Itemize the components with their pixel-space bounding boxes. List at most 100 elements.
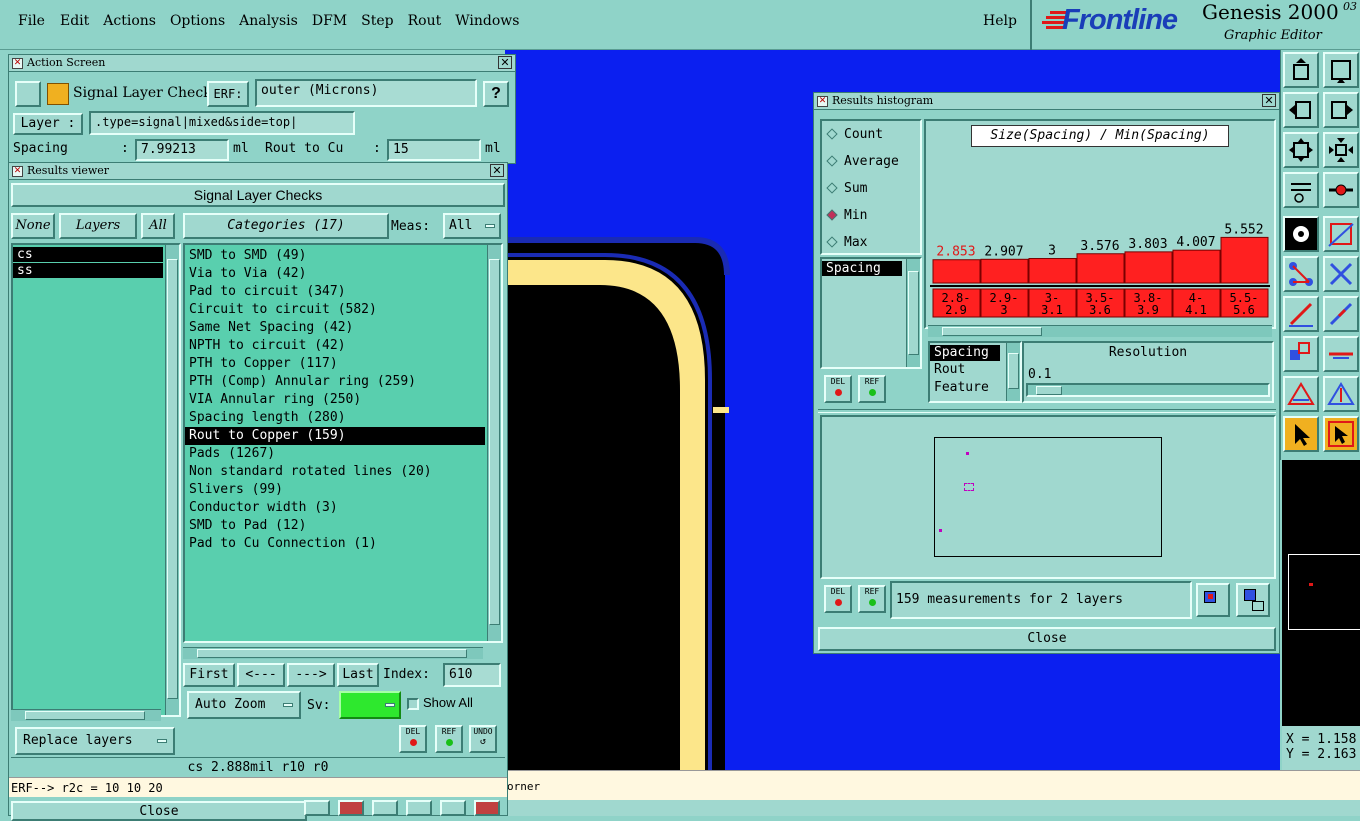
layer-field[interactable]: .type=signal|mixed&side=top| <box>89 111 355 135</box>
histogram-bar[interactable] <box>980 258 1029 284</box>
menu-edit[interactable]: Edit <box>60 13 89 29</box>
category-item[interactable]: Spacing length (280) <box>185 409 501 427</box>
histogram-ref-top-button[interactable]: REF <box>858 375 886 403</box>
replace-layers-button[interactable]: Replace layers <box>15 727 175 755</box>
slash-icon[interactable] <box>1283 296 1319 332</box>
categories-hscroll[interactable] <box>183 647 483 659</box>
categories-list[interactable]: SMD to SMD (49) Via to Via (42) Pad to cir… <box>183 243 503 643</box>
rout-field[interactable]: 15 <box>387 139 481 161</box>
spacing-field[interactable]: 7.99213 <box>135 139 229 161</box>
snap-icon[interactable] <box>1323 172 1359 208</box>
histogram-del-top-button[interactable]: DEL <box>824 375 852 403</box>
meas-dropdown[interactable]: All <box>443 213 501 239</box>
histogram-bar[interactable] <box>1076 253 1125 284</box>
save-icon[interactable] <box>338 800 364 816</box>
check-list-icon[interactable] <box>15 81 41 107</box>
prev-button[interactable]: <--- <box>237 663 285 687</box>
layers-vscroll[interactable] <box>165 245 179 715</box>
all-layers-button[interactable]: All <box>141 213 175 239</box>
option-max[interactable]: Max <box>826 235 867 250</box>
menu-dfm[interactable]: DFM <box>312 13 347 29</box>
layers-button[interactable]: Layers <box>59 213 137 239</box>
layer-item-ss[interactable]: ss <box>13 263 163 278</box>
show-all-checkbox[interactable] <box>407 698 419 710</box>
window-menu-icon[interactable]: ✕ <box>817 96 828 107</box>
category-item[interactable]: Pads (1267) <box>185 445 501 463</box>
zoom-out-icon[interactable] <box>1323 132 1359 168</box>
sv-color-dropdown[interactable] <box>339 691 401 719</box>
window-menu-icon[interactable]: ✕ <box>12 58 23 69</box>
line-tool-icon[interactable] <box>1323 216 1359 252</box>
none-button[interactable]: None <box>11 213 55 239</box>
category-item[interactable]: PTH (Comp) Annular ring (259) <box>185 373 501 391</box>
close-icon[interactable]: ✕ <box>1262 94 1276 107</box>
splitter-handle[interactable] <box>818 409 1276 413</box>
export-icon[interactable] <box>406 800 432 816</box>
histogram-ref-button[interactable]: REF <box>858 585 886 613</box>
category-item[interactable]: Circuit to circuit (582) <box>185 301 501 319</box>
chart-hscroll[interactable] <box>928 325 1272 337</box>
category-item[interactable]: SMD to SMD (49) <box>185 247 501 265</box>
menu-windows[interactable]: Windows <box>455 13 519 29</box>
menu-rout[interactable]: Rout <box>408 13 442 29</box>
menu-help[interactable]: Help <box>983 13 1017 29</box>
diagonal-icon[interactable] <box>1323 296 1359 332</box>
help-button[interactable]: ? <box>483 81 509 107</box>
histogram-bar[interactable] <box>1124 251 1173 284</box>
triangle-select-icon[interactable] <box>1323 376 1359 412</box>
category-item[interactable]: VIA Annular ring (250) <box>185 391 501 409</box>
histogram-bar[interactable] <box>932 259 981 284</box>
layer-item-cs[interactable]: cs <box>13 247 163 262</box>
menu-step[interactable]: Step <box>361 13 393 29</box>
pad-icon[interactable] <box>1283 216 1319 252</box>
category-item[interactable]: Same Net Spacing (42) <box>185 319 501 337</box>
report-icon[interactable] <box>372 800 398 816</box>
categories-button[interactable]: Categories (17) <box>183 213 389 239</box>
histogram-chart[interactable]: Size(Spacing) / Min(Spacing) 2.853 2.8- 2.… <box>924 119 1276 329</box>
close-button[interactable]: Close <box>11 801 307 821</box>
notes-icon[interactable] <box>440 800 466 816</box>
net-icon[interactable] <box>1283 256 1319 292</box>
erf-button[interactable]: ERF: <box>207 81 249 107</box>
axis-vscroll[interactable] <box>1006 343 1020 401</box>
result-map[interactable] <box>820 415 1276 579</box>
download-icon[interactable] <box>304 800 330 816</box>
zoom-home-icon[interactable] <box>1283 52 1319 88</box>
measure-icon[interactable] <box>1283 172 1319 208</box>
last-button[interactable]: Last <box>337 663 379 687</box>
del-button[interactable]: DEL <box>399 725 427 753</box>
histogram-icon[interactable] <box>474 800 500 816</box>
axis-options-list[interactable]: Spacing Rout Feature <box>928 341 1022 403</box>
field-item-spacing[interactable]: Spacing <box>822 261 902 276</box>
zoom-to-results-icon[interactable] <box>1196 583 1230 617</box>
ref-button[interactable]: REF <box>435 725 463 753</box>
auto-zoom-dropdown[interactable]: Auto Zoom <box>187 691 301 719</box>
undo-button[interactable]: UNDO ↺ <box>469 725 497 753</box>
category-item[interactable]: Via to Via (42) <box>185 265 501 283</box>
category-item[interactable]: SMD to Pad (12) <box>185 517 501 535</box>
category-item[interactable]: Conductor width (3) <box>185 499 501 517</box>
menu-actions[interactable]: Actions <box>103 13 156 29</box>
category-item[interactable]: PTH to Copper (117) <box>185 355 501 373</box>
axis-item-spacing[interactable]: Spacing <box>930 345 1000 361</box>
field-list[interactable]: Spacing <box>820 257 922 369</box>
index-field[interactable]: 610 <box>443 663 501 687</box>
zoom-in-icon[interactable] <box>1283 132 1319 168</box>
menu-analysis[interactable]: Analysis <box>239 13 298 29</box>
option-average[interactable]: Average <box>826 154 899 169</box>
histogram-bar[interactable] <box>1172 249 1221 284</box>
option-count[interactable]: Count <box>826 127 883 142</box>
window-icon[interactable] <box>1323 52 1359 88</box>
option-min[interactable]: Min <box>826 208 867 223</box>
layers-list[interactable]: cs ss <box>11 243 181 717</box>
pointer-icon[interactable] <box>1283 416 1319 452</box>
close-icon[interactable]: ✕ <box>490 164 504 177</box>
category-item[interactable]: NPTH to circuit (42) <box>185 337 501 355</box>
cross-icon[interactable] <box>1323 256 1359 292</box>
triangle-icon[interactable] <box>1283 376 1319 412</box>
category-item[interactable]: Slivers (99) <box>185 481 501 499</box>
histogram-close-button[interactable]: Close <box>818 627 1276 651</box>
pan-left-icon[interactable] <box>1283 92 1319 128</box>
pan-right-icon[interactable] <box>1323 92 1359 128</box>
option-sum[interactable]: Sum <box>826 181 867 196</box>
